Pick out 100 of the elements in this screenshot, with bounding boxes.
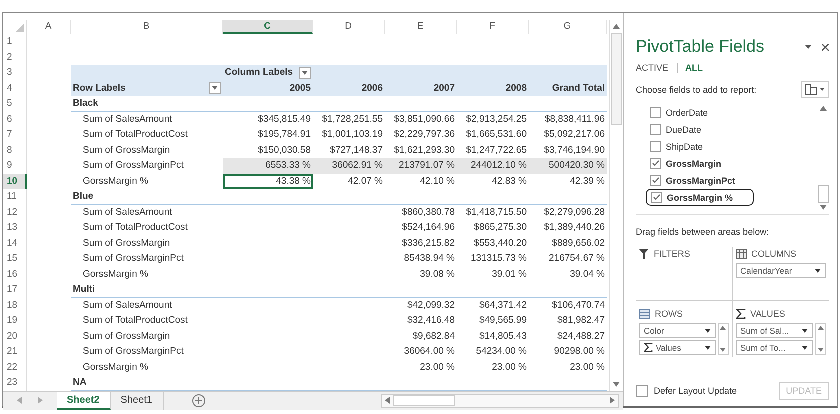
checkbox[interactable] <box>650 175 661 186</box>
row-header[interactable]: 21 <box>3 344 27 360</box>
sheet-tab[interactable]: Sheet2 <box>57 392 111 410</box>
table-cell-text: 42.83 % <box>491 174 528 188</box>
pane-tab[interactable]: ACTIVE <box>636 63 669 73</box>
scroll-down-icon[interactable] <box>720 348 726 352</box>
close-icon[interactable] <box>822 44 829 50</box>
table-cell[interactable]: 43.38 % <box>223 174 313 189</box>
horizontal-scrollbar[interactable] <box>381 394 619 408</box>
row-header[interactable]: 3 <box>3 65 27 80</box>
table-cell-text: $5,092,217.06 <box>543 128 606 142</box>
scroll-up-icon[interactable] <box>820 106 826 111</box>
field-label[interactable]: OrderDate <box>666 108 708 118</box>
row-header[interactable]: 14 <box>3 236 27 251</box>
table-cell-text: $345,815.49 <box>257 112 312 126</box>
scroll-thumb[interactable] <box>393 395 455 406</box>
row-header[interactable]: 6 <box>3 112 27 127</box>
scroll-up-icon[interactable] <box>818 326 824 330</box>
table-cell-text: $553,440.20 <box>473 236 528 250</box>
row-header[interactable]: 13 <box>3 220 27 236</box>
row-header[interactable]: 20 <box>3 328 27 344</box>
filter-dropdown-button[interactable] <box>209 82 221 94</box>
field-dropdown[interactable]: Sum of Sal... <box>736 323 813 338</box>
table-cell: 36062.91 % <box>313 158 385 174</box>
checkbox[interactable] <box>636 385 648 397</box>
row-header[interactable]: 19 <box>3 313 27 328</box>
table-cell-text: 54234.00 % <box>475 345 528 359</box>
scroll-left-icon[interactable] <box>385 397 390 404</box>
field-label[interactable]: ShipDate <box>666 142 704 152</box>
field-label[interactable]: GrossMargin <box>666 158 722 168</box>
table-cell-text: $81,982.47 <box>556 314 606 328</box>
row-header[interactable]: 12 <box>3 204 27 220</box>
scroll-right-icon[interactable] <box>610 397 615 404</box>
area-scrollbar[interactable] <box>718 323 728 355</box>
row-header[interactable]: 4 <box>3 80 27 96</box>
scroll-up-icon[interactable] <box>720 326 726 330</box>
table-cell-text: $1,247,722.65 <box>465 144 528 158</box>
add-sheet-icon[interactable] <box>192 394 206 408</box>
column-header[interactable]: E <box>385 20 457 34</box>
field-dropdown[interactable]: Color <box>639 323 716 338</box>
row-header[interactable]: 5 <box>3 96 27 112</box>
checkbox[interactable] <box>650 158 661 169</box>
field-dropdown[interactable]: Values <box>639 340 716 355</box>
row-header[interactable]: 2 <box>3 50 27 65</box>
header-cell: 2005 <box>223 80 313 96</box>
table-cell-text: $195,784.91 <box>257 128 312 142</box>
table-cell-text: $727,148.37 <box>329 144 384 158</box>
row-header[interactable]: 16 <box>3 266 27 282</box>
area-scrollbar[interactable] <box>815 323 826 355</box>
checkbox[interactable] <box>650 107 661 118</box>
columns-icon <box>736 249 746 259</box>
header-cell: 2008 <box>457 80 529 96</box>
row-header[interactable]: 7 <box>3 127 27 142</box>
header-cell: Grand Total <box>529 80 607 96</box>
checkbox[interactable] <box>651 192 662 203</box>
row-header[interactable]: 8 <box>3 142 27 158</box>
row-header[interactable]: 10 <box>3 174 27 189</box>
scroll-thumb[interactable] <box>818 185 828 203</box>
row-header[interactable]: 17 <box>3 282 27 298</box>
rows-icon <box>639 309 650 319</box>
scroll-up-icon[interactable] <box>613 24 620 29</box>
row-header[interactable]: 18 <box>3 298 27 313</box>
column-header[interactable]: G <box>529 20 607 34</box>
table-cell-text: 42.39 % <box>569 174 606 188</box>
table-cell-text: 131315.73 % <box>470 252 528 266</box>
scroll-thumb[interactable] <box>611 33 622 125</box>
pane-tab[interactable]: ALL <box>686 63 704 73</box>
checkbox[interactable] <box>650 141 661 152</box>
layout-options-button[interactable] <box>801 81 829 98</box>
field-label[interactable]: DueDate <box>666 124 702 134</box>
scroll-down-icon[interactable] <box>613 382 620 386</box>
row-header[interactable]: 15 <box>3 251 27 266</box>
table-cell-text: $2,229,797.36 <box>393 128 456 142</box>
vertical-scrollbar[interactable] <box>609 20 623 390</box>
table-cell-text: 23.00 % <box>491 360 528 374</box>
column-header[interactable]: D <box>313 20 385 34</box>
column-header[interactable]: A <box>27 20 71 34</box>
column-header[interactable]: F <box>457 20 529 34</box>
table-cell: 6553.33 % <box>223 158 313 174</box>
checkbox-label[interactable]: Defer Layout Update <box>654 386 738 396</box>
scroll-down-icon[interactable] <box>818 348 824 352</box>
row-header[interactable]: 1 <box>3 34 27 50</box>
field-dropdown[interactable]: CalendarYear <box>736 263 826 278</box>
row-header[interactable]: 11 <box>3 189 27 204</box>
sigma-icon <box>736 309 746 319</box>
field-label[interactable]: GrossMarginPct <box>666 176 736 186</box>
table-cell: Black <box>71 96 223 112</box>
filter-dropdown-button[interactable] <box>299 66 311 79</box>
field-dropdown[interactable]: Sum of To... <box>736 340 813 355</box>
checkbox[interactable] <box>650 124 661 135</box>
area-label: COLUMNS <box>752 249 797 259</box>
area-label: FILTERS <box>654 249 690 259</box>
field-label[interactable]: GorssMargin % <box>667 192 734 202</box>
table-cell-text: $64,371.42 <box>478 298 528 312</box>
table-cell-text: $150,030.58 <box>257 144 312 158</box>
table-cell-text: $889,656.02 <box>551 236 606 250</box>
row-header[interactable]: 22 <box>3 360 27 375</box>
column-header[interactable]: C <box>223 20 313 34</box>
dropdown-icon[interactable] <box>805 45 812 49</box>
scroll-down-icon[interactable] <box>820 205 826 210</box>
